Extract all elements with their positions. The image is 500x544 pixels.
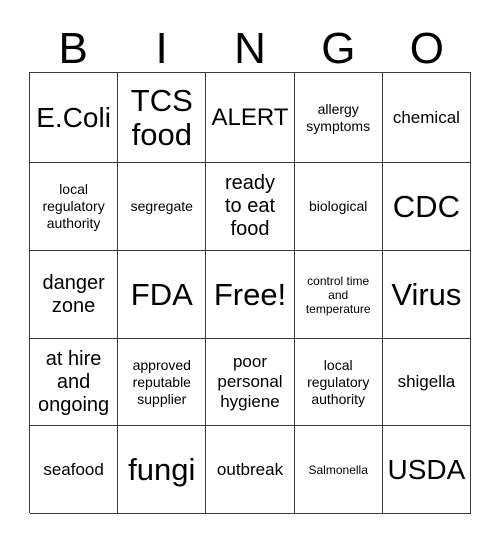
bingo-header-letter-n: N [234,24,266,73]
bingo-cell-g4[interactable]: local regulatory authority [294,339,383,426]
bingo-cell-g2[interactable]: biological [294,163,383,251]
bingo-cell-label: USDA [387,454,466,485]
bingo-cell-b4[interactable]: at hire and ongoing [30,339,119,426]
bingo-cell-n2[interactable]: ready to eat food [206,163,295,251]
bingo-cell-free-space[interactable]: Free! [206,251,295,339]
bingo-cell-o2[interactable]: CDC [382,163,471,251]
bingo-cell-label: segregate [130,198,193,214]
bingo-header-letter-b: B [58,24,88,73]
bingo-cell-b5[interactable]: seafood [30,426,119,514]
bingo-cell-n5[interactable]: outbreak [206,426,295,514]
bingo-cell-label: FDA [130,276,193,312]
bingo-cell-label: local regulatory authority [307,356,370,407]
bingo-cell-label: danger zone [42,271,105,317]
bingo-cell-i2[interactable]: segregate [118,163,207,251]
bingo-cell-b3[interactable]: danger zone [30,251,119,339]
bingo-cell-g3[interactable]: control time and temperature [294,251,383,339]
bingo-cell-b1[interactable]: E.Coli [30,73,119,163]
bingo-cell-label: approved reputable supplier [132,356,191,407]
bingo-cell-label: ready to eat food [224,172,276,240]
bingo-header-row: B I N G O [29,14,471,72]
bingo-cell-label: Free! [213,276,287,312]
bingo-cell-label: ALERT [211,104,289,131]
bingo-cell-o4[interactable]: shigella [382,339,471,426]
bingo-cell-label: poor personal hygiene [217,352,283,411]
bingo-cell-label: at hire and ongoing [38,347,110,416]
bingo-cell-b2[interactable]: local regulatory authority [30,163,119,251]
bingo-cell-i1[interactable]: TCS food [118,73,207,163]
bingo-cell-label: seafood [43,459,104,479]
bingo-cell-label: allergy symptoms [306,100,371,134]
bingo-cell-i5[interactable]: fungi [118,426,207,514]
bingo-cell-o5[interactable]: USDA [382,426,471,514]
bingo-header-letter-i: I [155,24,168,73]
bingo-cell-label: outbreak [216,459,284,479]
bingo-card: B I N G O E.Coli TCS food ALERT allergy … [0,0,500,544]
bingo-cell-n1[interactable]: ALERT [206,73,295,163]
bingo-cell-i3[interactable]: FDA [118,251,207,339]
bingo-cell-label: Virus [391,276,462,312]
bingo-cell-label: Salmonella [308,462,368,477]
bingo-cell-label: CDC [392,188,460,224]
bingo-cell-o1[interactable]: chemical [382,73,471,163]
bingo-cell-label: TCS food [130,82,193,152]
bingo-header-letter-g: G [321,24,356,73]
bingo-cell-label: biological [309,198,368,214]
bingo-header-letter-o: O [409,24,444,73]
bingo-cell-label: shigella [397,372,456,391]
bingo-cell-label: fungi [128,451,196,487]
bingo-cell-o3[interactable]: Virus [382,251,471,339]
bingo-grid: E.Coli TCS food ALERT allergy symptoms c… [29,72,471,514]
bingo-cell-g5[interactable]: Salmonella [294,426,383,514]
bingo-cell-label: local regulatory authority [42,181,105,231]
bingo-cell-label: E.Coli [36,102,111,133]
bingo-cell-g1[interactable]: allergy symptoms [294,73,383,163]
bingo-cell-n4[interactable]: poor personal hygiene [206,339,295,426]
bingo-cell-i4[interactable]: approved reputable supplier [118,339,207,426]
bingo-cell-label: control time and temperature [305,273,371,316]
bingo-cell-label: chemical [392,107,460,127]
